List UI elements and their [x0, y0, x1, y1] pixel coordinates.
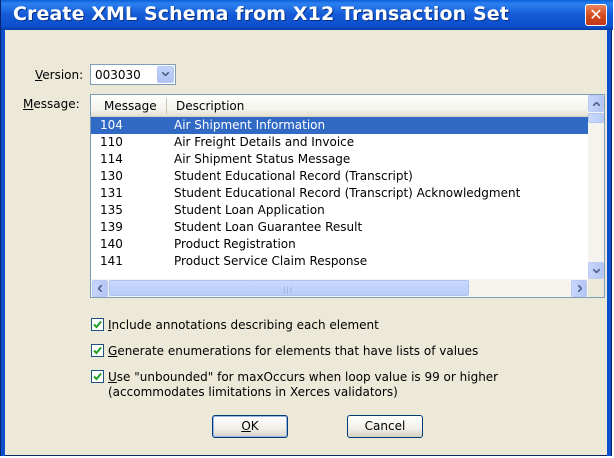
- message-code: 135: [100, 203, 123, 217]
- version-value: 003030: [95, 68, 141, 82]
- ok-button[interactable]: OK: [212, 415, 288, 438]
- vertical-scrollbar[interactable]: [588, 95, 604, 279]
- message-description: Air Shipment Information: [174, 118, 326, 132]
- message-code: 114: [100, 152, 123, 166]
- column-divider[interactable]: [166, 98, 167, 114]
- message-code: 110: [100, 135, 123, 149]
- chevron-down-icon: [593, 269, 600, 273]
- list-item[interactable]: 141 Product Service Claim Response: [91, 253, 588, 270]
- list-item[interactable]: 135 Student Loan Application: [91, 202, 588, 219]
- scroll-right-button[interactable]: [571, 280, 587, 297]
- version-select[interactable]: 003030: [90, 64, 176, 85]
- message-description: Product Service Claim Response: [174, 254, 368, 268]
- message-description: Student Loan Guarantee Result: [174, 220, 363, 234]
- message-code: 139: [100, 220, 123, 234]
- message-description: Air Shipment Status Message: [174, 152, 351, 166]
- column-header-message[interactable]: Message: [104, 99, 157, 113]
- list-header: Message Description: [91, 95, 588, 117]
- chevron-right-icon: [578, 285, 582, 292]
- column-header-description[interactable]: Description: [176, 99, 244, 113]
- title-bar[interactable]: Create XML Schema from X12 Transaction S…: [1, 0, 613, 30]
- annotations-option-label[interactable]: Include annotations describing each elem…: [108, 318, 379, 332]
- grip-icon: |||: [283, 286, 294, 294]
- dialog-window: Create XML Schema from X12 Transaction S…: [0, 0, 613, 456]
- unbounded-checkbox[interactable]: [91, 370, 104, 383]
- message-list[interactable]: Message Description 104 Air Shipment Info…: [90, 94, 605, 298]
- message-code: 141: [100, 254, 123, 268]
- vertical-scroll-thumb[interactable]: [588, 113, 604, 123]
- checkmark-icon: [93, 320, 102, 329]
- list-rows: 104 Air Shipment Information 110 Air Freigh…: [91, 117, 588, 270]
- chevron-down-icon: [162, 72, 169, 76]
- close-button[interactable]: ✕: [585, 4, 607, 26]
- list-item[interactable]: 110 Air Freight Details and Invoice: [91, 134, 588, 151]
- chevron-left-icon: [98, 285, 102, 292]
- version-dropdown-button[interactable]: [157, 66, 174, 83]
- chevron-up-icon: [593, 102, 600, 106]
- list-item[interactable]: 130 Student Educational Record (Transcrip…: [91, 168, 588, 185]
- window-title: Create XML Schema from X12 Transaction S…: [13, 3, 509, 25]
- list-item[interactable]: 131 Student Educational Record (Transcrip…: [91, 185, 588, 202]
- window-border-left: [1, 30, 5, 456]
- annotations-checkbox[interactable]: [91, 318, 104, 331]
- message-label: Message:: [23, 97, 80, 111]
- message-code: 104: [100, 118, 123, 132]
- scrollbar-corner: [588, 279, 604, 297]
- unbounded-option-note: (accommodates limitations in Xerces vali…: [108, 385, 398, 399]
- checkmark-icon: [93, 372, 102, 381]
- message-description: Product Registration: [174, 237, 296, 251]
- checkmark-icon: [93, 346, 102, 355]
- message-code: 131: [100, 186, 123, 200]
- message-description: Student Educational Record (Transcript): [174, 169, 413, 183]
- enumerations-checkbox[interactable]: [91, 344, 104, 357]
- close-icon: ✕: [589, 5, 603, 24]
- window-border-right: [607, 30, 611, 456]
- list-item[interactable]: 140 Product Registration: [91, 236, 588, 253]
- message-description: Student Loan Application: [174, 203, 325, 217]
- list-item[interactable]: 104 Air Shipment Information: [91, 117, 588, 134]
- horizontal-scroll-thumb[interactable]: |||: [109, 280, 469, 296]
- enumerations-option-label[interactable]: Generate enumerations for elements that …: [108, 344, 478, 358]
- version-label: Version:: [35, 68, 84, 82]
- message-description: Student Educational Record (Transcript) …: [174, 186, 521, 200]
- list-item[interactable]: 114 Air Shipment Status Message: [91, 151, 588, 168]
- horizontal-scrollbar[interactable]: |||: [91, 279, 588, 297]
- message-code: 140: [100, 237, 123, 251]
- message-code: 130: [100, 169, 123, 183]
- message-description: Air Freight Details and Invoice: [174, 135, 355, 149]
- scroll-up-button[interactable]: [588, 95, 604, 112]
- scroll-left-button[interactable]: [92, 280, 108, 297]
- list-item[interactable]: 139 Student Loan Guarantee Result: [91, 219, 588, 236]
- cancel-button[interactable]: Cancel: [347, 415, 423, 438]
- unbounded-option-label[interactable]: Use "unbounded" for maxOccurs when loop …: [108, 370, 498, 384]
- scroll-down-button[interactable]: [588, 262, 604, 279]
